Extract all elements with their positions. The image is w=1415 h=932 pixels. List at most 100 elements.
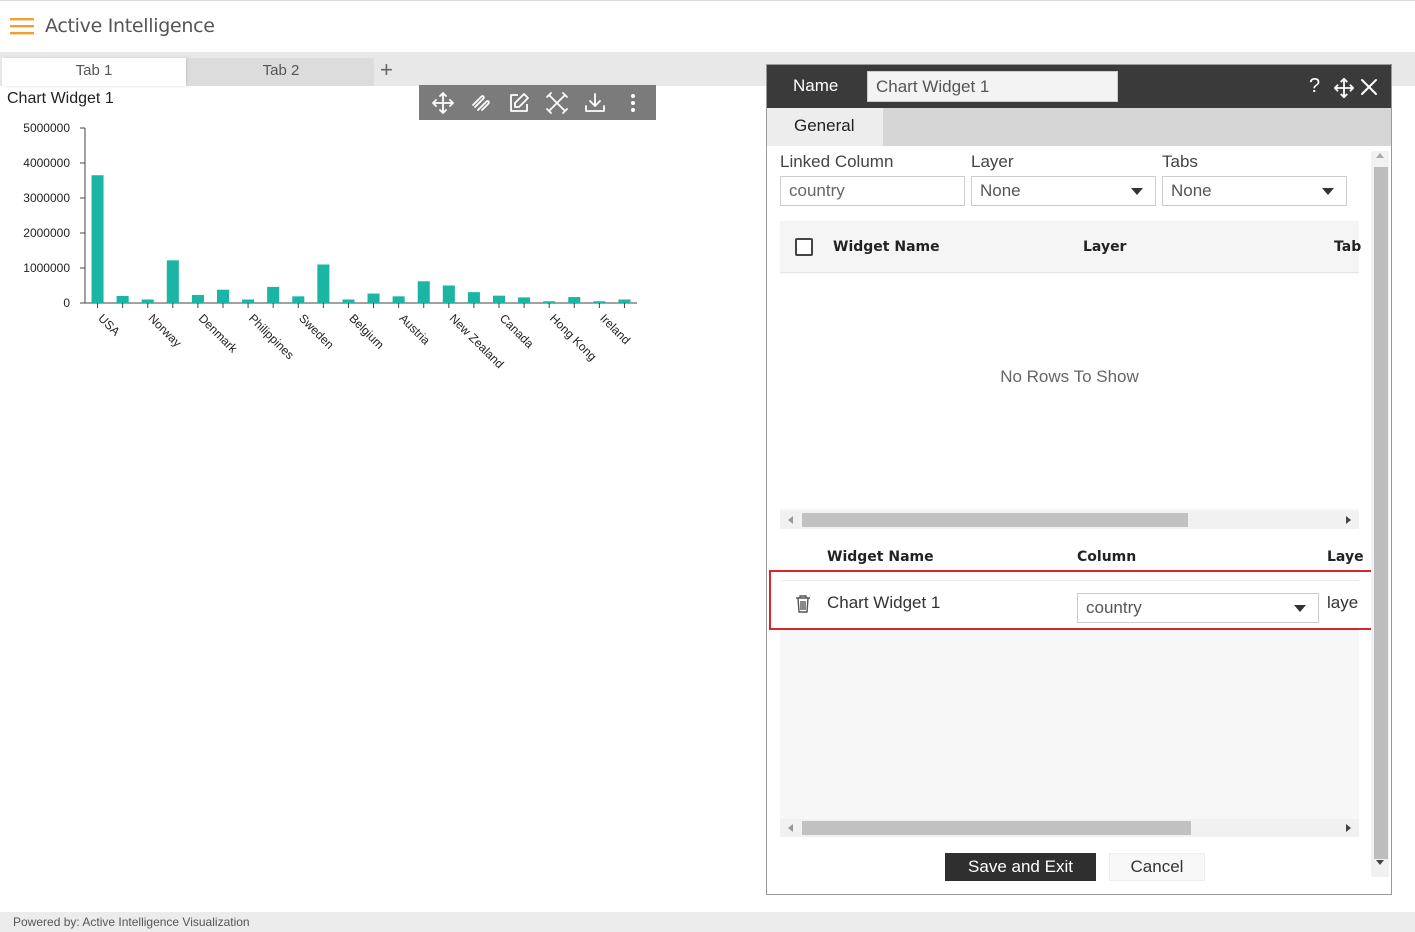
widget-toolbar bbox=[419, 85, 656, 120]
scroll-up-icon[interactable] bbox=[1376, 153, 1384, 158]
bar[interactable] bbox=[342, 299, 355, 304]
bar[interactable] bbox=[116, 296, 129, 303]
col-widget-name[interactable]: Widget Name bbox=[827, 549, 934, 565]
widget-title: Chart Widget 1 bbox=[7, 90, 114, 107]
save-and-exit-button[interactable]: Save and Exit bbox=[945, 853, 1096, 881]
add-tab-button[interactable]: + bbox=[380, 56, 393, 84]
bar[interactable] bbox=[417, 281, 430, 303]
close-icon[interactable] bbox=[1360, 78, 1378, 96]
linked-column-label: Linked Column bbox=[780, 152, 894, 171]
widgets-grid-body: No Rows To Show bbox=[780, 274, 1359, 509]
horizontal-scrollbar[interactable] bbox=[780, 511, 1359, 529]
name-label: Name bbox=[793, 76, 839, 95]
x-tick-label: Austria bbox=[397, 311, 434, 348]
scrollbar-thumb[interactable] bbox=[802, 513, 1188, 527]
x-tick-label: Canada bbox=[497, 311, 537, 351]
highlight-box bbox=[769, 570, 1377, 630]
bar[interactable] bbox=[543, 301, 556, 303]
y-tick-label: 1000000 bbox=[23, 261, 70, 275]
chevron-down-icon bbox=[1131, 188, 1143, 195]
bar[interactable] bbox=[442, 285, 455, 304]
y-tick-label: 5000000 bbox=[23, 121, 70, 135]
scroll-left-icon[interactable] bbox=[788, 516, 793, 524]
app-title: Active Intelligence bbox=[45, 15, 215, 37]
y-tick-label: 2000000 bbox=[23, 226, 70, 240]
scrollbar-thumb[interactable] bbox=[802, 821, 1191, 835]
bar[interactable] bbox=[518, 297, 531, 303]
scroll-right-icon[interactable] bbox=[1346, 516, 1351, 524]
dialog-header: Name ? bbox=[767, 65, 1391, 108]
chevron-down-icon bbox=[1322, 188, 1334, 195]
hamburger-menu-icon[interactable] bbox=[10, 17, 34, 35]
bar[interactable] bbox=[317, 264, 330, 304]
tabs-select-value: None bbox=[1171, 181, 1212, 200]
link-icon[interactable] bbox=[469, 91, 493, 115]
bar[interactable] bbox=[216, 289, 230, 303]
bar[interactable] bbox=[292, 296, 305, 303]
scrollbar-thumb[interactable] bbox=[1374, 167, 1388, 859]
x-tick-label: USA bbox=[95, 311, 122, 338]
linked-widgets-grid-empty-area bbox=[780, 629, 1359, 819]
y-tick-label: 3000000 bbox=[23, 191, 70, 205]
widgets-grid-header: Widget Name Layer Tab bbox=[780, 221, 1361, 273]
help-icon[interactable]: ? bbox=[1309, 75, 1320, 98]
bar[interactable] bbox=[242, 299, 255, 304]
tab-general[interactable]: General bbox=[767, 108, 883, 146]
edit-icon[interactable] bbox=[507, 91, 531, 115]
scroll-down-icon[interactable] bbox=[1376, 860, 1384, 865]
col-layer[interactable]: Laye bbox=[1327, 549, 1364, 565]
x-tick-label: Denmark bbox=[196, 311, 241, 356]
linked-column-input[interactable] bbox=[780, 176, 965, 206]
bar[interactable] bbox=[166, 260, 179, 303]
tabs-select[interactable]: None bbox=[1162, 176, 1347, 206]
col-widget-name[interactable]: Widget Name bbox=[833, 239, 940, 255]
move-dialog-icon[interactable] bbox=[1333, 77, 1355, 99]
bar[interactable] bbox=[568, 297, 581, 303]
bar[interactable] bbox=[141, 299, 154, 304]
bar[interactable] bbox=[91, 175, 104, 303]
name-input[interactable] bbox=[867, 71, 1118, 102]
tools-icon[interactable] bbox=[545, 91, 569, 115]
x-tick-label: Hong Kong bbox=[547, 311, 599, 363]
bar[interactable] bbox=[267, 286, 280, 303]
col-column[interactable]: Column bbox=[1077, 549, 1136, 565]
dialog-tab-bar: General bbox=[767, 108, 1391, 146]
y-tick-label: 4000000 bbox=[23, 156, 70, 170]
tab-2[interactable]: Tab 2 bbox=[188, 58, 374, 86]
bar[interactable] bbox=[618, 299, 631, 304]
bar[interactable] bbox=[492, 295, 506, 303]
bar-chart: 5000000 4000000 3000000 2000000 1000000 0 USA N… bbox=[0, 118, 660, 408]
bar[interactable] bbox=[467, 292, 480, 303]
bar[interactable] bbox=[392, 296, 405, 303]
x-tick-label: Sweden bbox=[296, 311, 337, 352]
no-rows-message: No Rows To Show bbox=[1000, 367, 1139, 386]
horizontal-scrollbar[interactable] bbox=[780, 819, 1359, 837]
bar[interactable] bbox=[191, 294, 204, 303]
bar-chart-svg: 5000000 4000000 3000000 2000000 1000000 0 USA N… bbox=[23, 121, 637, 371]
layer-select[interactable]: None bbox=[971, 176, 1156, 206]
tab-1[interactable]: Tab 1 bbox=[2, 58, 186, 86]
bar[interactable] bbox=[593, 301, 606, 303]
footer: Powered by: Active Intelligence Visualiz… bbox=[0, 912, 1415, 932]
layer-label: Layer bbox=[971, 152, 1014, 171]
vertical-scrollbar[interactable] bbox=[1371, 151, 1389, 877]
top-header: Active Intelligence bbox=[0, 0, 1415, 52]
col-tab[interactable]: Tab bbox=[1334, 239, 1361, 255]
scroll-left-icon[interactable] bbox=[788, 824, 793, 832]
linked-column-dialog: Name ? General Linked Column Layer Tabs … bbox=[766, 64, 1392, 895]
col-layer[interactable]: Layer bbox=[1083, 239, 1126, 255]
widgets-grid: Widget Name Layer Tab No Rows To Show bbox=[780, 221, 1361, 529]
move-icon[interactable] bbox=[431, 91, 455, 115]
bar[interactable] bbox=[367, 293, 380, 303]
select-all-checkbox[interactable] bbox=[795, 238, 813, 256]
cancel-button[interactable]: Cancel bbox=[1109, 853, 1205, 881]
x-tick-label: Belgium bbox=[346, 311, 387, 352]
y-tick-label: 0 bbox=[63, 296, 70, 310]
x-tick-label: Ireland bbox=[597, 311, 633, 347]
more-options-icon[interactable] bbox=[621, 91, 645, 115]
layer-select-value: None bbox=[980, 181, 1021, 200]
download-icon[interactable] bbox=[583, 91, 607, 115]
scroll-right-icon[interactable] bbox=[1346, 824, 1351, 832]
tabs-label: Tabs bbox=[1162, 152, 1198, 171]
x-tick-label: Norway bbox=[146, 311, 185, 350]
